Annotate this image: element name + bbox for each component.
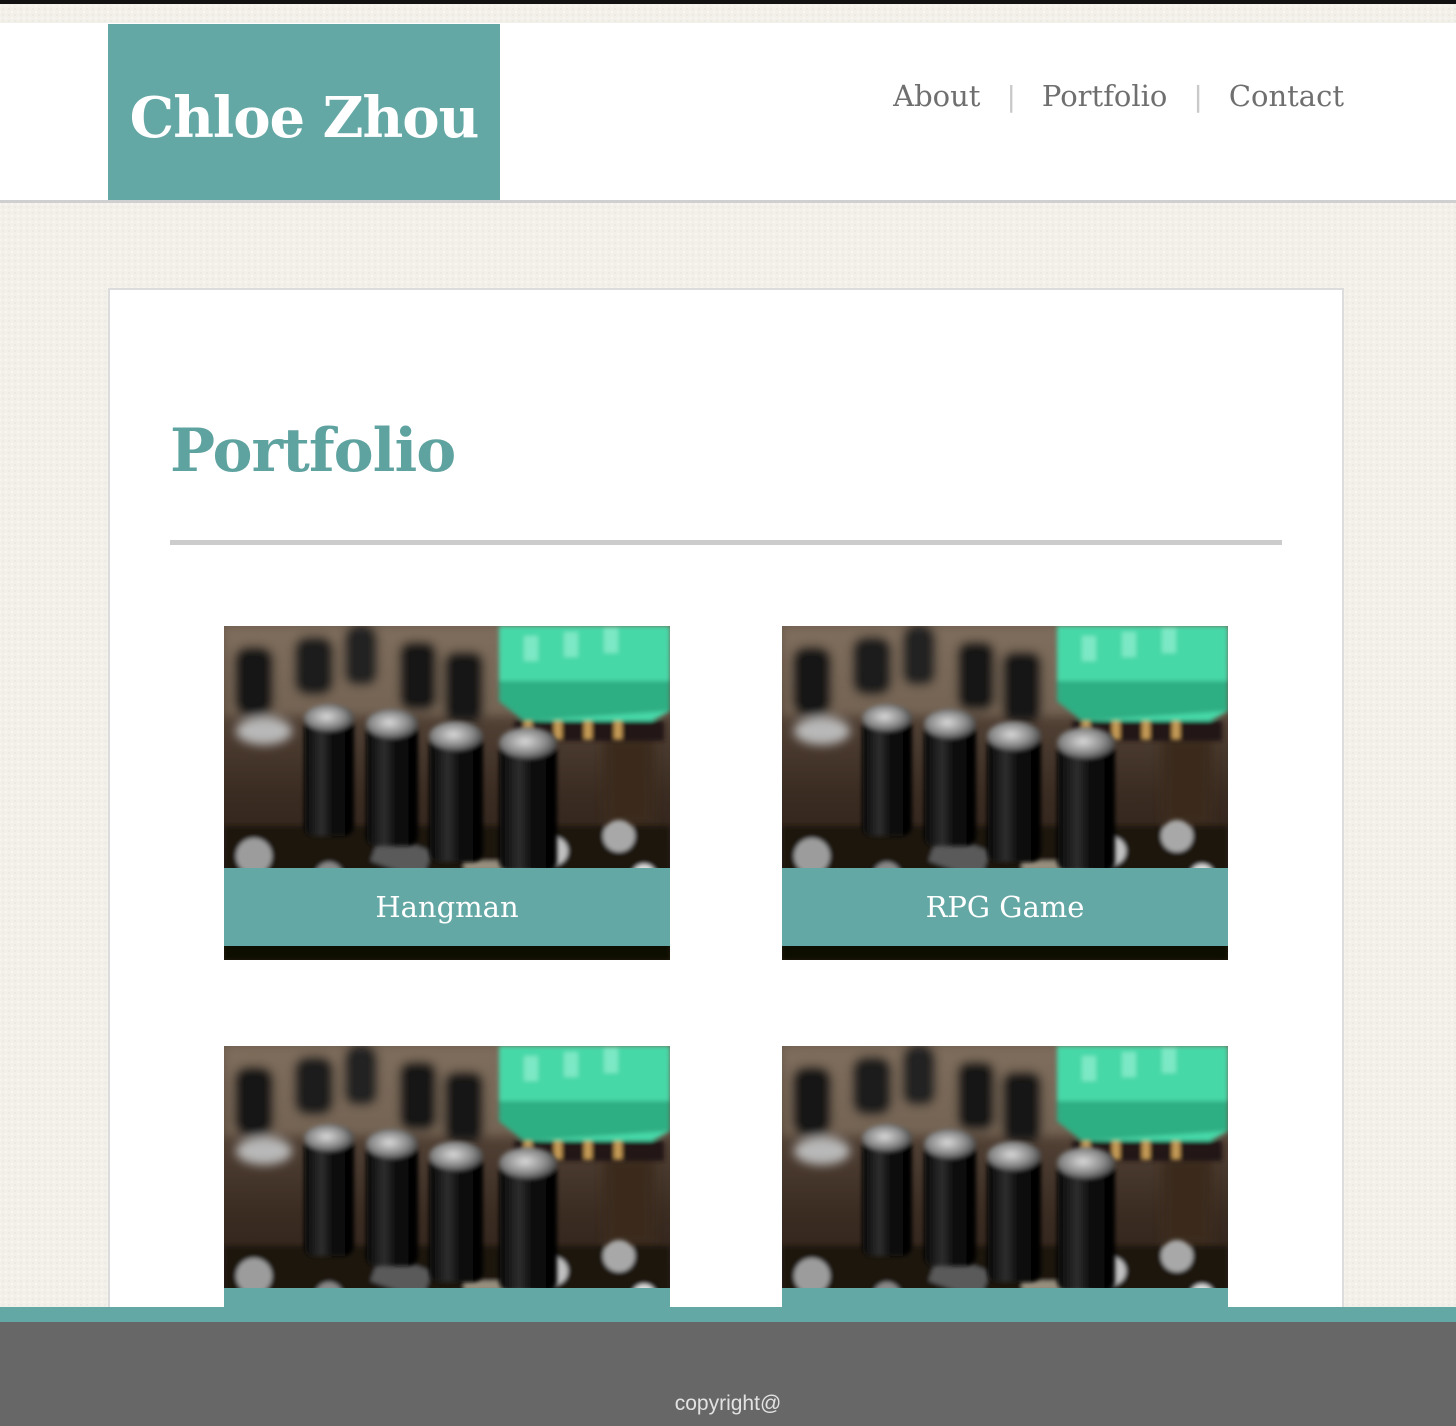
footer-accent-band [0,1307,1456,1322]
site-brand-name: Chloe Zhou [129,85,480,151]
portfolio-section: Portfolio Hangman RPG Game [108,288,1344,1328]
project-card-rpg-game[interactable]: RPG Game [782,626,1228,960]
nav-separator: | [1193,79,1203,113]
nav-link-contact[interactable]: Contact [1229,79,1344,113]
title-divider [170,540,1282,545]
nav-link-about[interactable]: About [893,79,980,113]
project-title: RPG Game [782,868,1228,946]
site-logo[interactable]: Chloe Zhou [108,24,500,200]
page-title: Portfolio [170,416,456,486]
site-footer: copyright@ [0,1322,1456,1426]
project-title: Hangman [224,868,670,946]
project-card-hangman[interactable]: Hangman [224,626,670,960]
top-border [0,0,1456,4]
main-nav: About | Portfolio | Contact [893,79,1344,113]
nav-link-portfolio[interactable]: Portfolio [1042,79,1168,113]
nav-separator: | [1006,79,1016,113]
site-header: Chloe Zhou About | Portfolio | Contact [0,23,1456,203]
copyright-text: copyright@ [674,1392,782,1415]
